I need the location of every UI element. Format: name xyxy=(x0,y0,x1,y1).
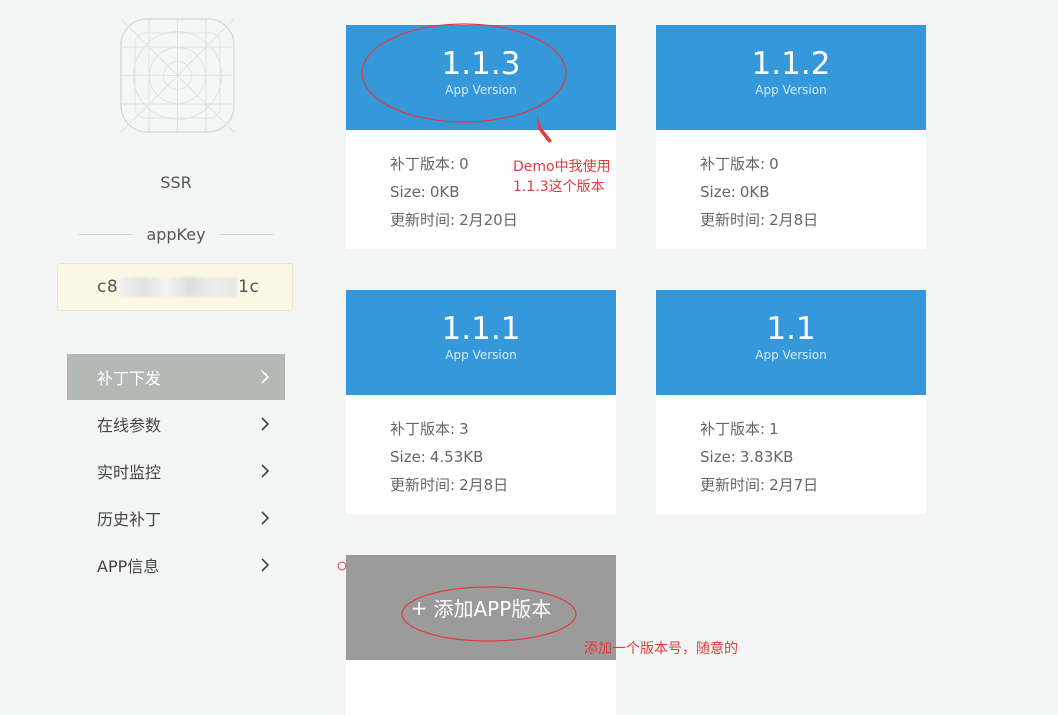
annotation-demo-note: Demo中我使用 1.1.3这个版本 xyxy=(513,157,611,197)
add-version-card: + 添加APP版本 xyxy=(346,555,616,715)
size-label: Size: xyxy=(700,448,736,466)
sidebar-menu: 补丁下发 在线参数 实时监控 历史补丁 APP信息 xyxy=(67,354,285,589)
sidebar-item-app-info[interactable]: APP信息 xyxy=(67,542,285,588)
sidebar-item-label: 历史补丁 xyxy=(97,510,162,529)
annotation-add-note: 添加一个版本号，随意的 xyxy=(584,641,738,657)
chevron-right-icon xyxy=(257,557,273,573)
patch-version-row: 补丁版本: 3 xyxy=(390,415,616,443)
version-number: 1.1.1 xyxy=(441,311,521,347)
updated-label: 更新时间: xyxy=(700,476,766,494)
patch-version-row: 补丁版本: 1 xyxy=(700,415,926,443)
divider xyxy=(79,233,133,235)
version-number: 1.1.2 xyxy=(751,46,831,82)
plus-icon: + xyxy=(410,595,428,620)
sidebar-item-label: APP信息 xyxy=(97,557,160,576)
updated-row: 更新时间: 2月8日 xyxy=(390,471,616,499)
chevron-right-icon xyxy=(257,416,273,432)
app-icon xyxy=(115,13,240,138)
sidebar-item-label: 实时监控 xyxy=(97,463,162,482)
version-card-header: 1.1.2 App Version xyxy=(656,25,926,130)
size-row: Size: 0KB xyxy=(700,178,926,206)
annotation-line: 1.1.3这个版本 xyxy=(513,179,605,195)
version-subtitle: App Version xyxy=(445,83,517,97)
updated-row: 更新时间: 2月20日 xyxy=(390,206,616,234)
size-value: 0KB xyxy=(739,183,770,201)
patch-version-value: 0 xyxy=(459,155,469,173)
version-card-body: 补丁版本: 0 Size: 0KB 更新时间: 2月8日 xyxy=(656,130,926,234)
sidebar-item-patch-history[interactable]: 历史补丁 xyxy=(67,495,285,541)
appkey-value-box: c8 1c xyxy=(57,263,293,311)
updated-value: 2月7日 xyxy=(769,476,819,494)
appkey-prefix: c8 xyxy=(97,277,119,297)
version-subtitle: App Version xyxy=(445,348,517,362)
size-label: Size: xyxy=(390,183,426,201)
chevron-right-icon xyxy=(257,369,273,385)
sidebar-item-online-params[interactable]: 在线参数 xyxy=(67,401,285,447)
updated-value: 2月20日 xyxy=(459,211,518,229)
updated-row: 更新时间: 2月8日 xyxy=(700,206,926,234)
size-value: 3.83KB xyxy=(739,448,794,466)
updated-row: 更新时间: 2月7日 xyxy=(700,471,926,499)
version-card-body: 补丁版本: 1 Size: 3.83KB 更新时间: 2月7日 xyxy=(656,395,926,499)
size-value: 4.53KB xyxy=(429,448,484,466)
patch-version-label: 补丁版本: xyxy=(700,420,766,438)
patch-version-value: 3 xyxy=(459,420,469,438)
size-row: Size: 3.83KB xyxy=(700,443,926,471)
chevron-right-icon xyxy=(257,510,273,526)
appkey-title: appKey xyxy=(79,224,273,244)
version-card[interactable]: 1.1.3 App Version 补丁版本: 0 Size: 0KB 更新时间: 2… xyxy=(346,25,616,249)
patch-version-row: 补丁版本: 0 xyxy=(700,150,926,178)
divider xyxy=(219,233,273,235)
updated-label: 更新时间: xyxy=(390,211,456,229)
patch-version-label: 补丁版本: xyxy=(390,155,456,173)
app-name: SSR xyxy=(160,173,192,192)
sidebar-item-patch-release[interactable]: 补丁下发 xyxy=(67,354,285,400)
version-card-header: 1.1 App Version xyxy=(656,290,926,395)
sidebar-item-realtime-monitor[interactable]: 实时监控 xyxy=(67,448,285,494)
sidebar-item-label: 在线参数 xyxy=(97,416,162,435)
appkey-label: appKey xyxy=(146,224,206,244)
patch-version-value: 1 xyxy=(769,420,779,438)
appkey-suffix: 1c xyxy=(238,277,260,297)
app-icon-placeholder xyxy=(120,18,235,133)
version-card[interactable]: 1.1 App Version 补丁版本: 1 Size: 3.83KB 更新时间:… xyxy=(656,290,926,514)
chevron-right-icon xyxy=(257,463,273,479)
version-card-body: 补丁版本: 3 Size: 4.53KB 更新时间: 2月8日 xyxy=(346,395,616,499)
updated-value: 2月8日 xyxy=(769,211,819,229)
updated-label: 更新时间: xyxy=(700,211,766,229)
version-card-header: 1.1.3 App Version xyxy=(346,25,616,130)
add-app-version-label: 添加APP版本 xyxy=(433,597,552,621)
version-card[interactable]: 1.1.1 App Version 补丁版本: 3 Size: 4.53KB 更新时… xyxy=(346,290,616,514)
size-row: Size: 4.53KB xyxy=(390,443,616,471)
version-card[interactable]: 1.1.2 App Version 补丁版本: 0 Size: 0KB 更新时间: 2… xyxy=(656,25,926,249)
size-value: 0KB xyxy=(429,183,460,201)
version-card-header: 1.1.1 App Version xyxy=(346,290,616,395)
add-app-version-button[interactable]: + 添加APP版本 xyxy=(346,555,616,660)
size-label: Size: xyxy=(700,183,736,201)
patch-version-label: 补丁版本: xyxy=(390,420,456,438)
updated-label: 更新时间: xyxy=(390,476,456,494)
version-subtitle: App Version xyxy=(755,83,827,97)
size-label: Size: xyxy=(390,448,426,466)
appkey-redaction xyxy=(119,277,238,297)
annotation-line: Demo中我使用 xyxy=(513,159,611,175)
patch-version-value: 0 xyxy=(769,155,779,173)
patch-version-label: 补丁版本: xyxy=(700,155,766,173)
version-subtitle: App Version xyxy=(755,348,827,362)
cursor-marker-icon xyxy=(337,561,347,571)
updated-value: 2月8日 xyxy=(459,476,509,494)
version-number: 1.1 xyxy=(766,311,816,347)
sidebar-item-label: 补丁下发 xyxy=(97,369,162,388)
version-number: 1.1.3 xyxy=(441,46,521,82)
